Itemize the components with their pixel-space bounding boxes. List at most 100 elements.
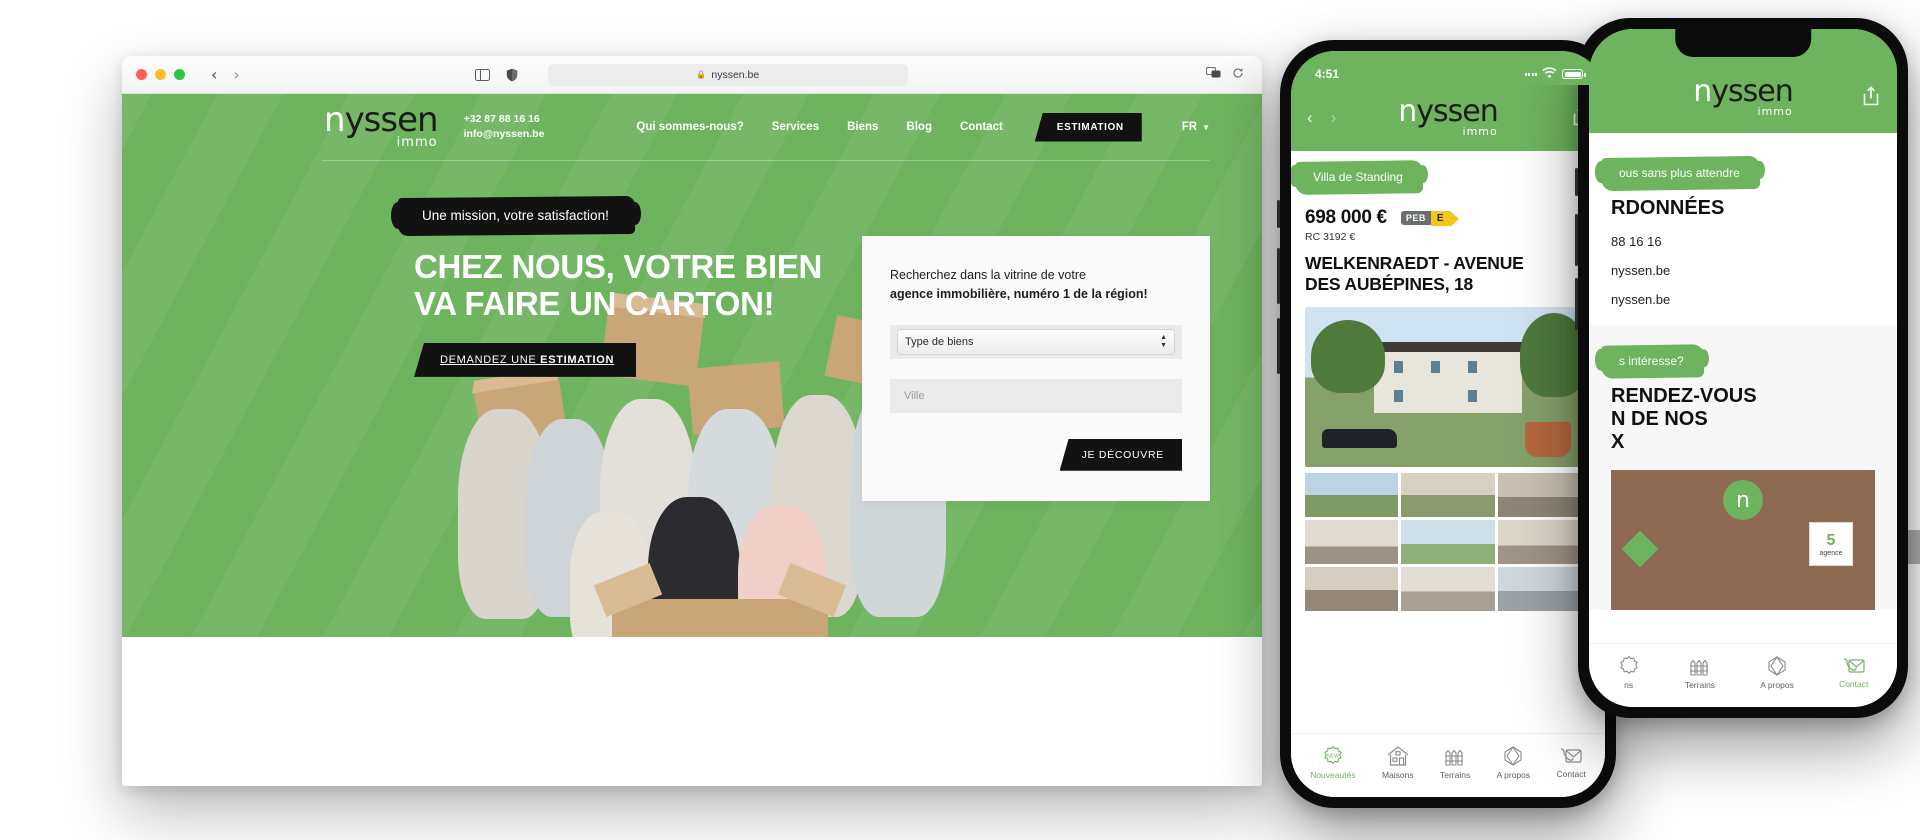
back-icon[interactable]: ‹ xyxy=(211,66,217,83)
extensions-icon[interactable] xyxy=(1206,66,1222,84)
phone-back-tab-label-a-propos: A propos xyxy=(1760,680,1794,690)
phone-back-mute-button[interactable] xyxy=(1575,168,1578,196)
sidebar-icon[interactable] xyxy=(474,68,490,81)
chrome-left-icons[interactable] xyxy=(474,68,518,82)
nav-item-biens[interactable]: Biens xyxy=(847,121,878,133)
phone-front-volume-down-button[interactable] xyxy=(1277,318,1280,374)
thumbnail[interactable] xyxy=(1401,473,1495,517)
wifi-icon xyxy=(1542,67,1557,81)
listing-main-photo[interactable] xyxy=(1305,307,1591,467)
phone-back-volume-up-button[interactable] xyxy=(1575,214,1578,266)
hero-cta-button[interactable]: DEMANDEZ UNE ESTIMATION xyxy=(414,342,637,377)
nav-item-qui-sommes-nous[interactable]: Qui sommes-nous? xyxy=(636,121,743,133)
phone-back-contact-email-2[interactable]: nyssen.be xyxy=(1611,292,1875,307)
agency-count-label: agence xyxy=(1819,549,1843,557)
discover-button[interactable]: JE DÉCOUVRE xyxy=(1059,438,1182,471)
listing-price-row: 698 000 € PEB E xyxy=(1305,207,1591,229)
minimize-window-button[interactable] xyxy=(155,69,166,80)
phone-forward-icon[interactable]: › xyxy=(1331,108,1337,128)
chevron-down-icon: ▼ xyxy=(1202,122,1210,132)
header-phone[interactable]: +32 87 88 16 16 xyxy=(464,112,545,127)
phone-front-tabbar: NEW Nouveautés Maisons Terrains A propos xyxy=(1291,733,1605,797)
phone-back-logo-subtext: immo xyxy=(1757,104,1793,118)
phone-front-tab-a-propos[interactable]: A propos xyxy=(1497,745,1530,780)
header-email[interactable]: info@nyssen.be xyxy=(464,127,545,142)
search-lead-line-1: Recherchez dans la vitrine de votre xyxy=(890,268,1086,282)
phone-back-volume-down-button[interactable] xyxy=(1575,278,1578,330)
site-logo[interactable]: nyssen immo xyxy=(324,103,439,149)
phone-front-navigation[interactable]: ‹ › xyxy=(1307,108,1336,128)
phone-front-tab-label-maisons: Maisons xyxy=(1381,770,1414,780)
window-traffic-lights[interactable] xyxy=(136,69,185,80)
listing-thumbnail-grid[interactable] xyxy=(1305,473,1591,611)
hero-copy: Une mission, votre satisfaction! CHEZ NO… xyxy=(397,195,822,377)
listing-address-line-1: WELKENRAEDT - AVENUE xyxy=(1305,253,1524,273)
phone-back-tab-a-propos[interactable]: A propos xyxy=(1760,655,1794,690)
photo-window-2 xyxy=(1430,361,1440,374)
estimation-button[interactable]: ESTIMATION xyxy=(1034,112,1142,142)
reload-icon[interactable] xyxy=(1232,66,1244,84)
nav-item-services[interactable]: Services xyxy=(772,121,819,133)
thumbnail[interactable] xyxy=(1497,520,1591,564)
phone-back-appbar: nyssen immo xyxy=(1589,63,1897,133)
nav-item-blog[interactable]: Blog xyxy=(906,121,932,133)
thumbnail[interactable] xyxy=(1497,473,1591,517)
photo-planter xyxy=(1525,422,1571,458)
phone-front-tab-terrains[interactable]: Terrains xyxy=(1440,745,1470,780)
thumbnail[interactable] xyxy=(1305,567,1399,611)
phone-front-volume-up-button[interactable] xyxy=(1277,248,1280,304)
phone-front-appbar: ‹ › nyssen immo xyxy=(1291,85,1605,151)
phone-back-share-icon[interactable] xyxy=(1863,85,1879,111)
shield-icon[interactable] xyxy=(506,68,518,82)
signal-dots-icon xyxy=(1524,72,1537,76)
city-input[interactable]: Ville xyxy=(904,390,925,402)
thumbnail[interactable] xyxy=(1401,567,1495,611)
thumbnail[interactable] xyxy=(1305,473,1399,517)
phone-back-contact-phone[interactable]: 88 16 16 xyxy=(1611,234,1875,249)
phone-front-mute-button[interactable] xyxy=(1277,200,1280,228)
photo-window-1 xyxy=(1393,361,1403,374)
phone-back-contact-badge-text: ous sans plus attendre xyxy=(1619,166,1740,180)
hero-cta-wrap: DEMANDEZ UNE ESTIMATION xyxy=(414,342,637,377)
website-viewport: nyssen immo +32 87 88 16 16 info@nyssen.… xyxy=(122,94,1262,786)
decorative-diamond xyxy=(1621,530,1659,568)
phone-front-tab-nouveautes[interactable]: NEW Nouveautés xyxy=(1310,745,1356,780)
nav-item-contact[interactable]: Contact xyxy=(960,121,1003,133)
svg-text:NEW: NEW xyxy=(1327,754,1339,760)
city-field[interactable]: Ville xyxy=(890,378,1182,413)
phone-back-agency-photo: n 5 agence xyxy=(1611,470,1875,610)
phone-back-tab-terrains[interactable]: Terrains xyxy=(1685,655,1715,690)
listing-price: 698 000 € xyxy=(1305,207,1387,228)
phone-front-logo[interactable]: nyssen immo xyxy=(1398,97,1499,138)
language-selector[interactable]: FR ▼ xyxy=(1182,121,1210,133)
property-type-select[interactable]: Type de biens ▲ ▼ xyxy=(897,328,1175,355)
forward-icon[interactable]: › xyxy=(233,66,239,83)
close-window-button[interactable] xyxy=(136,69,147,80)
phone-front-tab-contact[interactable]: Contact xyxy=(1557,746,1586,779)
property-search-panel: Recherchez dans la vitrine de votre agen… xyxy=(862,236,1210,501)
maximize-window-button[interactable] xyxy=(174,69,185,80)
property-type-field[interactable]: Type de biens ▲ ▼ xyxy=(890,324,1182,359)
address-bar[interactable]: 🔒 nyssen.be xyxy=(547,63,908,86)
peb-label: PEB xyxy=(1400,211,1431,225)
phone-front-tab-maisons[interactable]: Maisons xyxy=(1382,745,1414,780)
phone-back-tab-contact[interactable]: Contact xyxy=(1839,656,1868,689)
thumbnail[interactable] xyxy=(1305,520,1399,564)
phone-back-icon[interactable]: ‹ xyxy=(1307,108,1313,128)
phone-back-logo-wordmark: nyssen xyxy=(1693,74,1794,110)
thumbnail[interactable] xyxy=(1497,567,1591,611)
chrome-right-icons[interactable] xyxy=(1206,66,1244,84)
phone-front-tab-label-terrains: Terrains xyxy=(1439,770,1471,780)
phone-back-logo[interactable]: nyssen immo xyxy=(1693,74,1794,118)
browser-navigation[interactable]: ‹ › xyxy=(211,66,240,83)
site-header: nyssen immo +32 87 88 16 16 info@nyssen.… xyxy=(122,94,1262,160)
status-indicators xyxy=(1524,67,1586,81)
phone-back-tab-nouveautes[interactable]: ns xyxy=(1618,655,1640,690)
phone-back-contact-email-1[interactable]: nyssen.be xyxy=(1611,263,1875,278)
phone-mockup-back: nyssen immo ous sans plus attendre RDONN… xyxy=(1575,18,1908,718)
photo-car xyxy=(1322,428,1397,448)
thumbnail[interactable] xyxy=(1401,520,1495,564)
listing-address-line-2: DES AUBÉPINES, 18 xyxy=(1305,274,1474,294)
stepper-icon[interactable]: ▲ ▼ xyxy=(1160,334,1167,349)
listing-type-badge-text: Villa de Standing xyxy=(1313,170,1403,184)
